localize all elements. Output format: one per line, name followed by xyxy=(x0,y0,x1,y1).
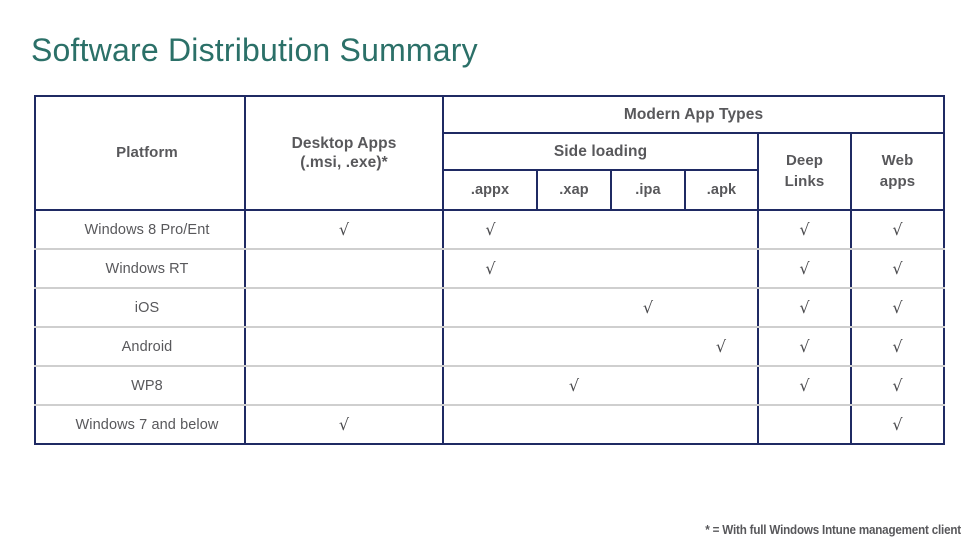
cell-appx xyxy=(443,288,537,328)
table-row: iOS √ √ √ xyxy=(34,288,946,328)
cell-appx xyxy=(443,366,537,406)
cell-xap: √ xyxy=(537,366,611,406)
cell-xap xyxy=(537,288,611,328)
cell-deep-links: √ xyxy=(758,210,852,250)
cell-ipa xyxy=(611,366,685,406)
cell-web-apps: √ xyxy=(851,366,946,406)
platform-label: Android xyxy=(34,327,246,367)
cell-ipa xyxy=(611,405,685,445)
header-appx: .appx xyxy=(442,169,538,211)
cell-ipa xyxy=(611,210,685,250)
cell-apk xyxy=(685,288,759,328)
platform-label: Windows 8 Pro/Ent xyxy=(34,210,246,250)
header-desktop-apps-line2: (.msi, .exe)* xyxy=(300,154,388,171)
cell-deep-links: √ xyxy=(758,327,852,367)
cell-desktop xyxy=(245,366,444,406)
cell-deep-links: √ xyxy=(758,249,852,289)
header-deep-links: Deep Links xyxy=(757,132,852,211)
header-web-apps-line1: Web xyxy=(881,152,914,170)
header-apk: .apk xyxy=(684,169,759,211)
table-row: WP8 √ √ √ xyxy=(34,366,946,406)
cell-ipa xyxy=(611,327,685,367)
cell-apk xyxy=(685,210,759,250)
cell-web-apps: √ xyxy=(851,249,946,289)
header-web-apps: Web apps xyxy=(849,132,946,211)
header-row-group: Platform Desktop Apps (.msi, .exe)* Mode… xyxy=(34,95,946,211)
cell-web-apps: √ xyxy=(851,405,946,445)
platform-label: iOS xyxy=(34,288,246,328)
cell-desktop: √ xyxy=(245,405,444,445)
cell-apk xyxy=(685,366,759,406)
platform-label: Windows 7 and below xyxy=(34,405,246,445)
cell-appx: √ xyxy=(443,210,537,250)
header-deep-links-line2: Links xyxy=(784,172,825,190)
software-distribution-table: Platform Desktop Apps (.msi, .exe)* Mode… xyxy=(34,95,946,445)
cell-deep-links: √ xyxy=(758,366,852,406)
cell-ipa xyxy=(611,249,685,289)
cell-appx xyxy=(443,405,537,445)
cell-xap xyxy=(537,210,611,250)
cell-appx xyxy=(443,327,537,367)
cell-deep-links xyxy=(758,405,852,445)
cell-web-apps: √ xyxy=(851,210,946,250)
table-row: Android √ √ √ xyxy=(34,327,946,367)
table-row: Windows 7 and below √ √ xyxy=(34,405,946,445)
table-row: Windows RT √ √ √ xyxy=(34,249,946,289)
cell-apk: √ xyxy=(685,327,759,367)
table-row: Windows 8 Pro/Ent √ √ √ √ xyxy=(34,210,946,250)
header-deep-links-line1: Deep xyxy=(785,152,824,170)
cell-desktop xyxy=(245,249,444,289)
header-desktop-apps-line1: Desktop Apps xyxy=(291,134,397,152)
cell-web-apps: √ xyxy=(851,288,946,328)
cell-apk xyxy=(685,405,759,445)
header-ipa: .ipa xyxy=(610,169,686,211)
cell-desktop: √ xyxy=(245,210,444,250)
cell-web-apps: √ xyxy=(851,327,946,367)
header-web-apps-line2: apps xyxy=(879,172,916,190)
cell-xap xyxy=(537,405,611,445)
cell-xap xyxy=(537,327,611,367)
cell-xap xyxy=(537,249,611,289)
platform-label: Windows RT xyxy=(34,249,246,289)
cell-desktop xyxy=(245,327,444,367)
header-desktop-apps: Desktop Apps (.msi, .exe)* xyxy=(244,95,444,211)
page-title: Software Distribution Summary xyxy=(31,32,478,68)
footnote-text: * = With full Windows Intune management … xyxy=(705,523,961,537)
header-xap: .xap xyxy=(536,169,612,211)
header-platform: Platform xyxy=(34,95,246,211)
cell-appx: √ xyxy=(443,249,537,289)
cell-ipa: √ xyxy=(611,288,685,328)
cell-apk xyxy=(685,249,759,289)
header-modern-app-types: Modern App Types xyxy=(441,95,946,134)
cell-deep-links: √ xyxy=(758,288,852,328)
cell-desktop xyxy=(245,288,444,328)
header-side-loading: Side loading xyxy=(442,132,759,171)
platform-label: WP8 xyxy=(34,366,246,406)
